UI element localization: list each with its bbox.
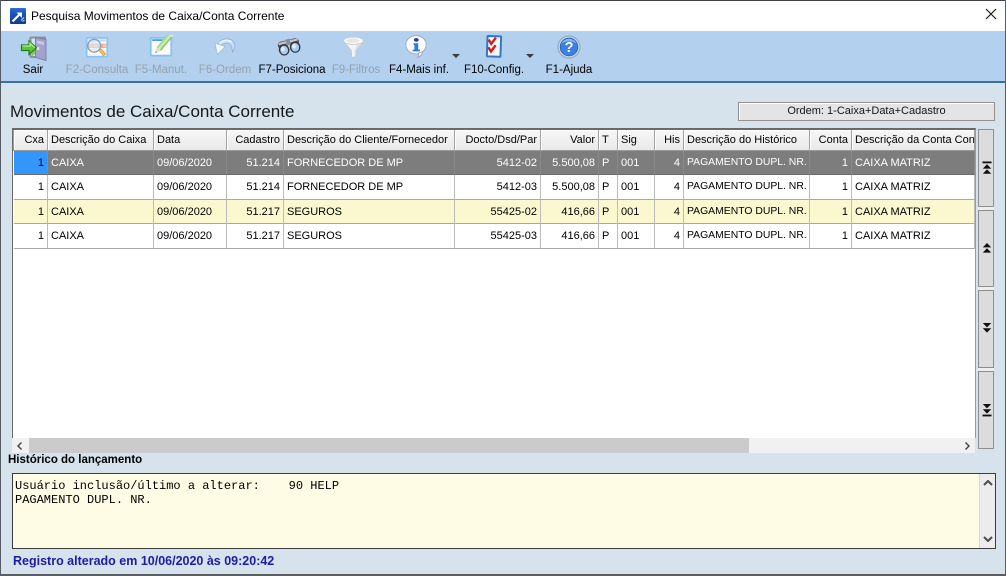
svg-text:?: ? <box>565 40 574 56</box>
